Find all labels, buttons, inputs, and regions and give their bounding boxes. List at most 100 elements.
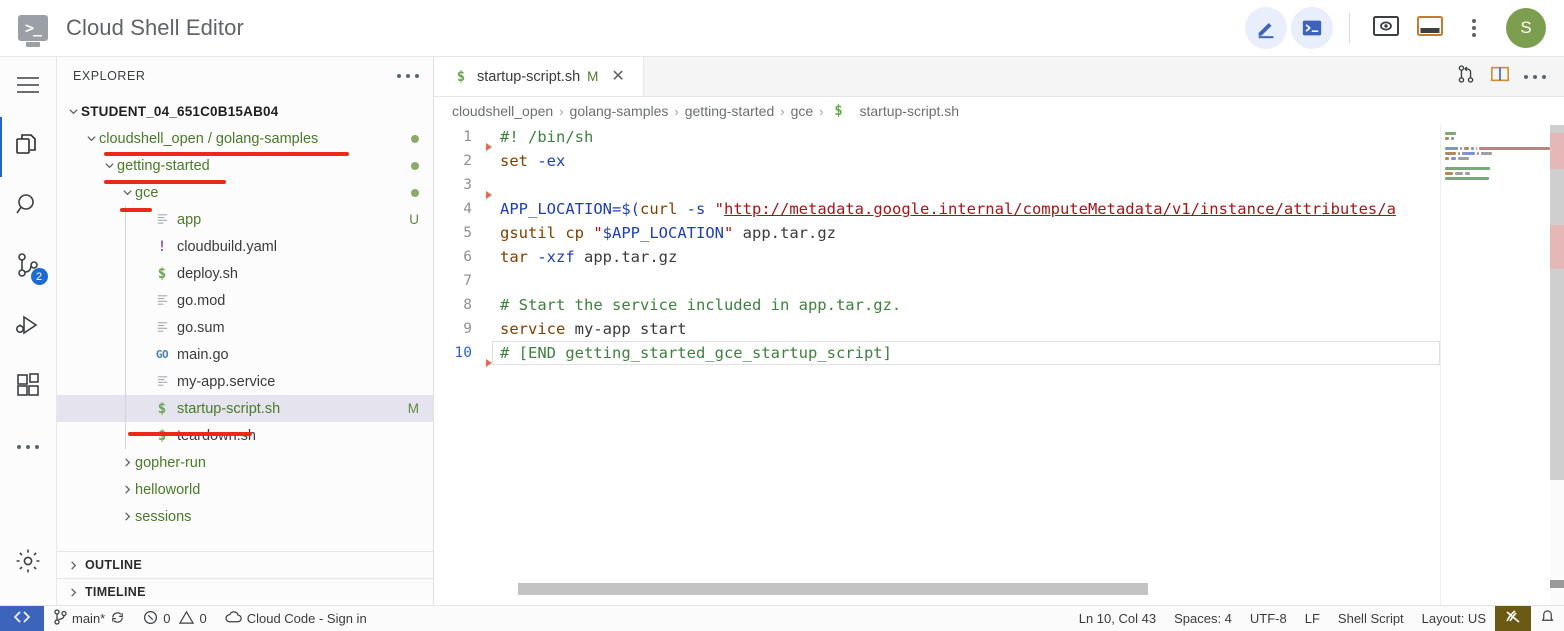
menu-button[interactable]	[0, 57, 57, 117]
tree-item-label: main.go	[177, 346, 229, 363]
shell-file-icon: $	[834, 103, 843, 119]
branch-name: main*	[72, 611, 106, 626]
code-token: -ex	[537, 152, 566, 170]
extensions-button[interactable]	[0, 357, 57, 417]
chevron-down-icon[interactable]	[83, 131, 99, 147]
additional-views-button[interactable]	[0, 417, 57, 477]
breadcrumb-item[interactable]: gce	[791, 103, 814, 119]
tree-file-item[interactable]: go.sum	[57, 314, 433, 341]
chevron-right-icon[interactable]	[119, 455, 135, 471]
web-preview-button[interactable]	[1366, 8, 1406, 48]
sidebar-sections: OUTLINE TIMELINE	[57, 551, 433, 605]
chevron-right-icon[interactable]	[119, 482, 135, 498]
minimap-scrollbar[interactable]	[1550, 125, 1564, 605]
terminal-mode-button[interactable]	[1291, 7, 1333, 49]
code-line[interactable]: 6 tar -xzf app.tar.gz	[434, 245, 1564, 269]
screencast-mode-button[interactable]	[1495, 605, 1531, 631]
settings-button[interactable]	[0, 533, 57, 593]
tree-file-item[interactable]: $ deploy.sh	[57, 260, 433, 287]
language-mode-status[interactable]: Shell Script	[1329, 606, 1413, 631]
breadcrumb-item[interactable]: golang-samples	[570, 103, 669, 119]
minimap-token	[1445, 131, 1456, 135]
code-text: #! /bin/sh	[482, 125, 593, 149]
explorer-more-actions-button[interactable]	[397, 74, 419, 78]
tree-folder-item[interactable]: getting-started	[57, 152, 433, 179]
minimap-thumb[interactable]	[1550, 125, 1564, 480]
chevron-down-icon[interactable]	[101, 158, 117, 174]
cloud-code-signin-status[interactable]: Cloud Code - Sign in	[216, 606, 376, 631]
split-editor-icon[interactable]	[1490, 64, 1510, 89]
code-editor[interactable]: 1 #! /bin/sh 2 set -ex 3 4 APP_LOCATION=$(curl…	[434, 125, 1564, 605]
branch-status[interactable]: main*	[44, 606, 134, 631]
breadcrumb-item[interactable]: startup-script.sh	[860, 103, 960, 119]
tree-file-item[interactable]: app U	[57, 206, 433, 233]
timeline-section[interactable]: TIMELINE	[57, 578, 433, 605]
code-line[interactable]: 9 service my-app start	[434, 317, 1564, 341]
editor-mode-button[interactable]	[1245, 7, 1287, 49]
source-control-button[interactable]: 2	[0, 237, 57, 297]
compare-changes-icon[interactable]	[1456, 64, 1476, 89]
code-line[interactable]: 2 set -ex	[434, 149, 1564, 173]
code-token: set	[500, 152, 538, 170]
chevron-right-icon[interactable]	[119, 509, 135, 525]
editor-more-actions-button[interactable]	[1524, 74, 1546, 79]
code-line[interactable]: 4 APP_LOCATION=$(curl -s "http://metadata…	[434, 197, 1564, 221]
tree-file-item[interactable]: ! cloudbuild.yaml	[57, 233, 433, 260]
tree-file-item[interactable]: go.mod	[57, 287, 433, 314]
tree-file-item[interactable]: GO main.go	[57, 341, 433, 368]
code-line[interactable]: 1 #! /bin/sh	[434, 125, 1564, 151]
indentation-status[interactable]: Spaces: 4	[1165, 606, 1241, 631]
encoding-status[interactable]: UTF-8	[1241, 606, 1296, 631]
git-change-marker-icon[interactable]	[486, 359, 492, 367]
eol-status[interactable]: LF	[1296, 606, 1329, 631]
minimap-token	[1445, 136, 1450, 140]
horizontal-scrollbar[interactable]	[518, 583, 1148, 595]
code-line[interactable]: 5 gsutil cp "$APP_LOCATION" app.tar.gz	[434, 221, 1564, 245]
breadcrumb-item[interactable]: cloudshell_open	[452, 103, 553, 119]
keyboard-layout-status[interactable]: Layout: US	[1413, 606, 1495, 631]
tree-root-item[interactable]: STUDENT_04_651C0B15AB04	[57, 98, 433, 125]
remote-window-button[interactable]	[0, 605, 44, 631]
code-line[interactable]: 7	[434, 269, 1564, 293]
run-debug-icon	[15, 312, 41, 343]
code-text: gsutil cp "$APP_LOCATION" app.tar.gz	[482, 221, 836, 245]
annotation-underline-gce	[120, 208, 152, 212]
avatar[interactable]: S	[1506, 8, 1546, 48]
open-terminal-panel-button[interactable]	[1410, 8, 1450, 48]
code-line[interactable]: 3	[434, 173, 1564, 199]
tree-item-label: go.sum	[177, 319, 225, 336]
tree-folder-item[interactable]: cloudshell_open / golang-samples	[57, 125, 433, 152]
cursor-position-status[interactable]: Ln 10, Col 43	[1070, 606, 1165, 631]
code-text: APP_LOCATION=$(curl -s "http://metadata.…	[482, 197, 1396, 221]
breadcrumb-item[interactable]: getting-started	[685, 103, 775, 119]
text-file-icon	[153, 374, 171, 390]
breadcrumb: cloudshell_open › golang-samples › getting-s…	[434, 97, 1564, 125]
problems-status[interactable]: 0 0	[134, 606, 215, 631]
close-icon[interactable]: ✕	[611, 68, 624, 85]
error-count: 0	[163, 611, 171, 626]
shell-file-icon: $	[157, 400, 167, 417]
tab-startup-script-sh[interactable]: $ startup-script.sh M ✕	[434, 57, 644, 96]
tree-folder-item[interactable]: sessions	[57, 503, 433, 530]
minimap[interactable]	[1440, 125, 1550, 605]
minimap-token	[1451, 156, 1457, 160]
search-button[interactable]	[0, 177, 57, 237]
more-options-button[interactable]	[1454, 8, 1494, 48]
tree-file-item[interactable]: $ startup-script.sh M	[57, 395, 433, 422]
annotation-underline-cloudshell-open	[104, 152, 349, 156]
notifications-button[interactable]	[1531, 606, 1564, 631]
chevron-down-icon[interactable]	[119, 185, 135, 201]
tree-folder-item[interactable]: helloworld	[57, 476, 433, 503]
code-line[interactable]: 10 # [END getting_started_gce_startup_scr…	[434, 341, 1564, 367]
explorer-button[interactable]	[0, 117, 57, 177]
outline-section[interactable]: OUTLINE	[57, 551, 433, 578]
run-debug-button[interactable]	[0, 297, 57, 357]
tree-folder-item[interactable]: gopher-run	[57, 449, 433, 476]
tree-file-item[interactable]: my-app.service	[57, 368, 433, 395]
code-line[interactable]: 8 # Start the service included in app.tar…	[434, 293, 1564, 317]
git-status-letter: M	[407, 401, 419, 416]
tree-item-label: sessions	[135, 508, 192, 525]
chevron-down-icon[interactable]	[65, 104, 81, 120]
